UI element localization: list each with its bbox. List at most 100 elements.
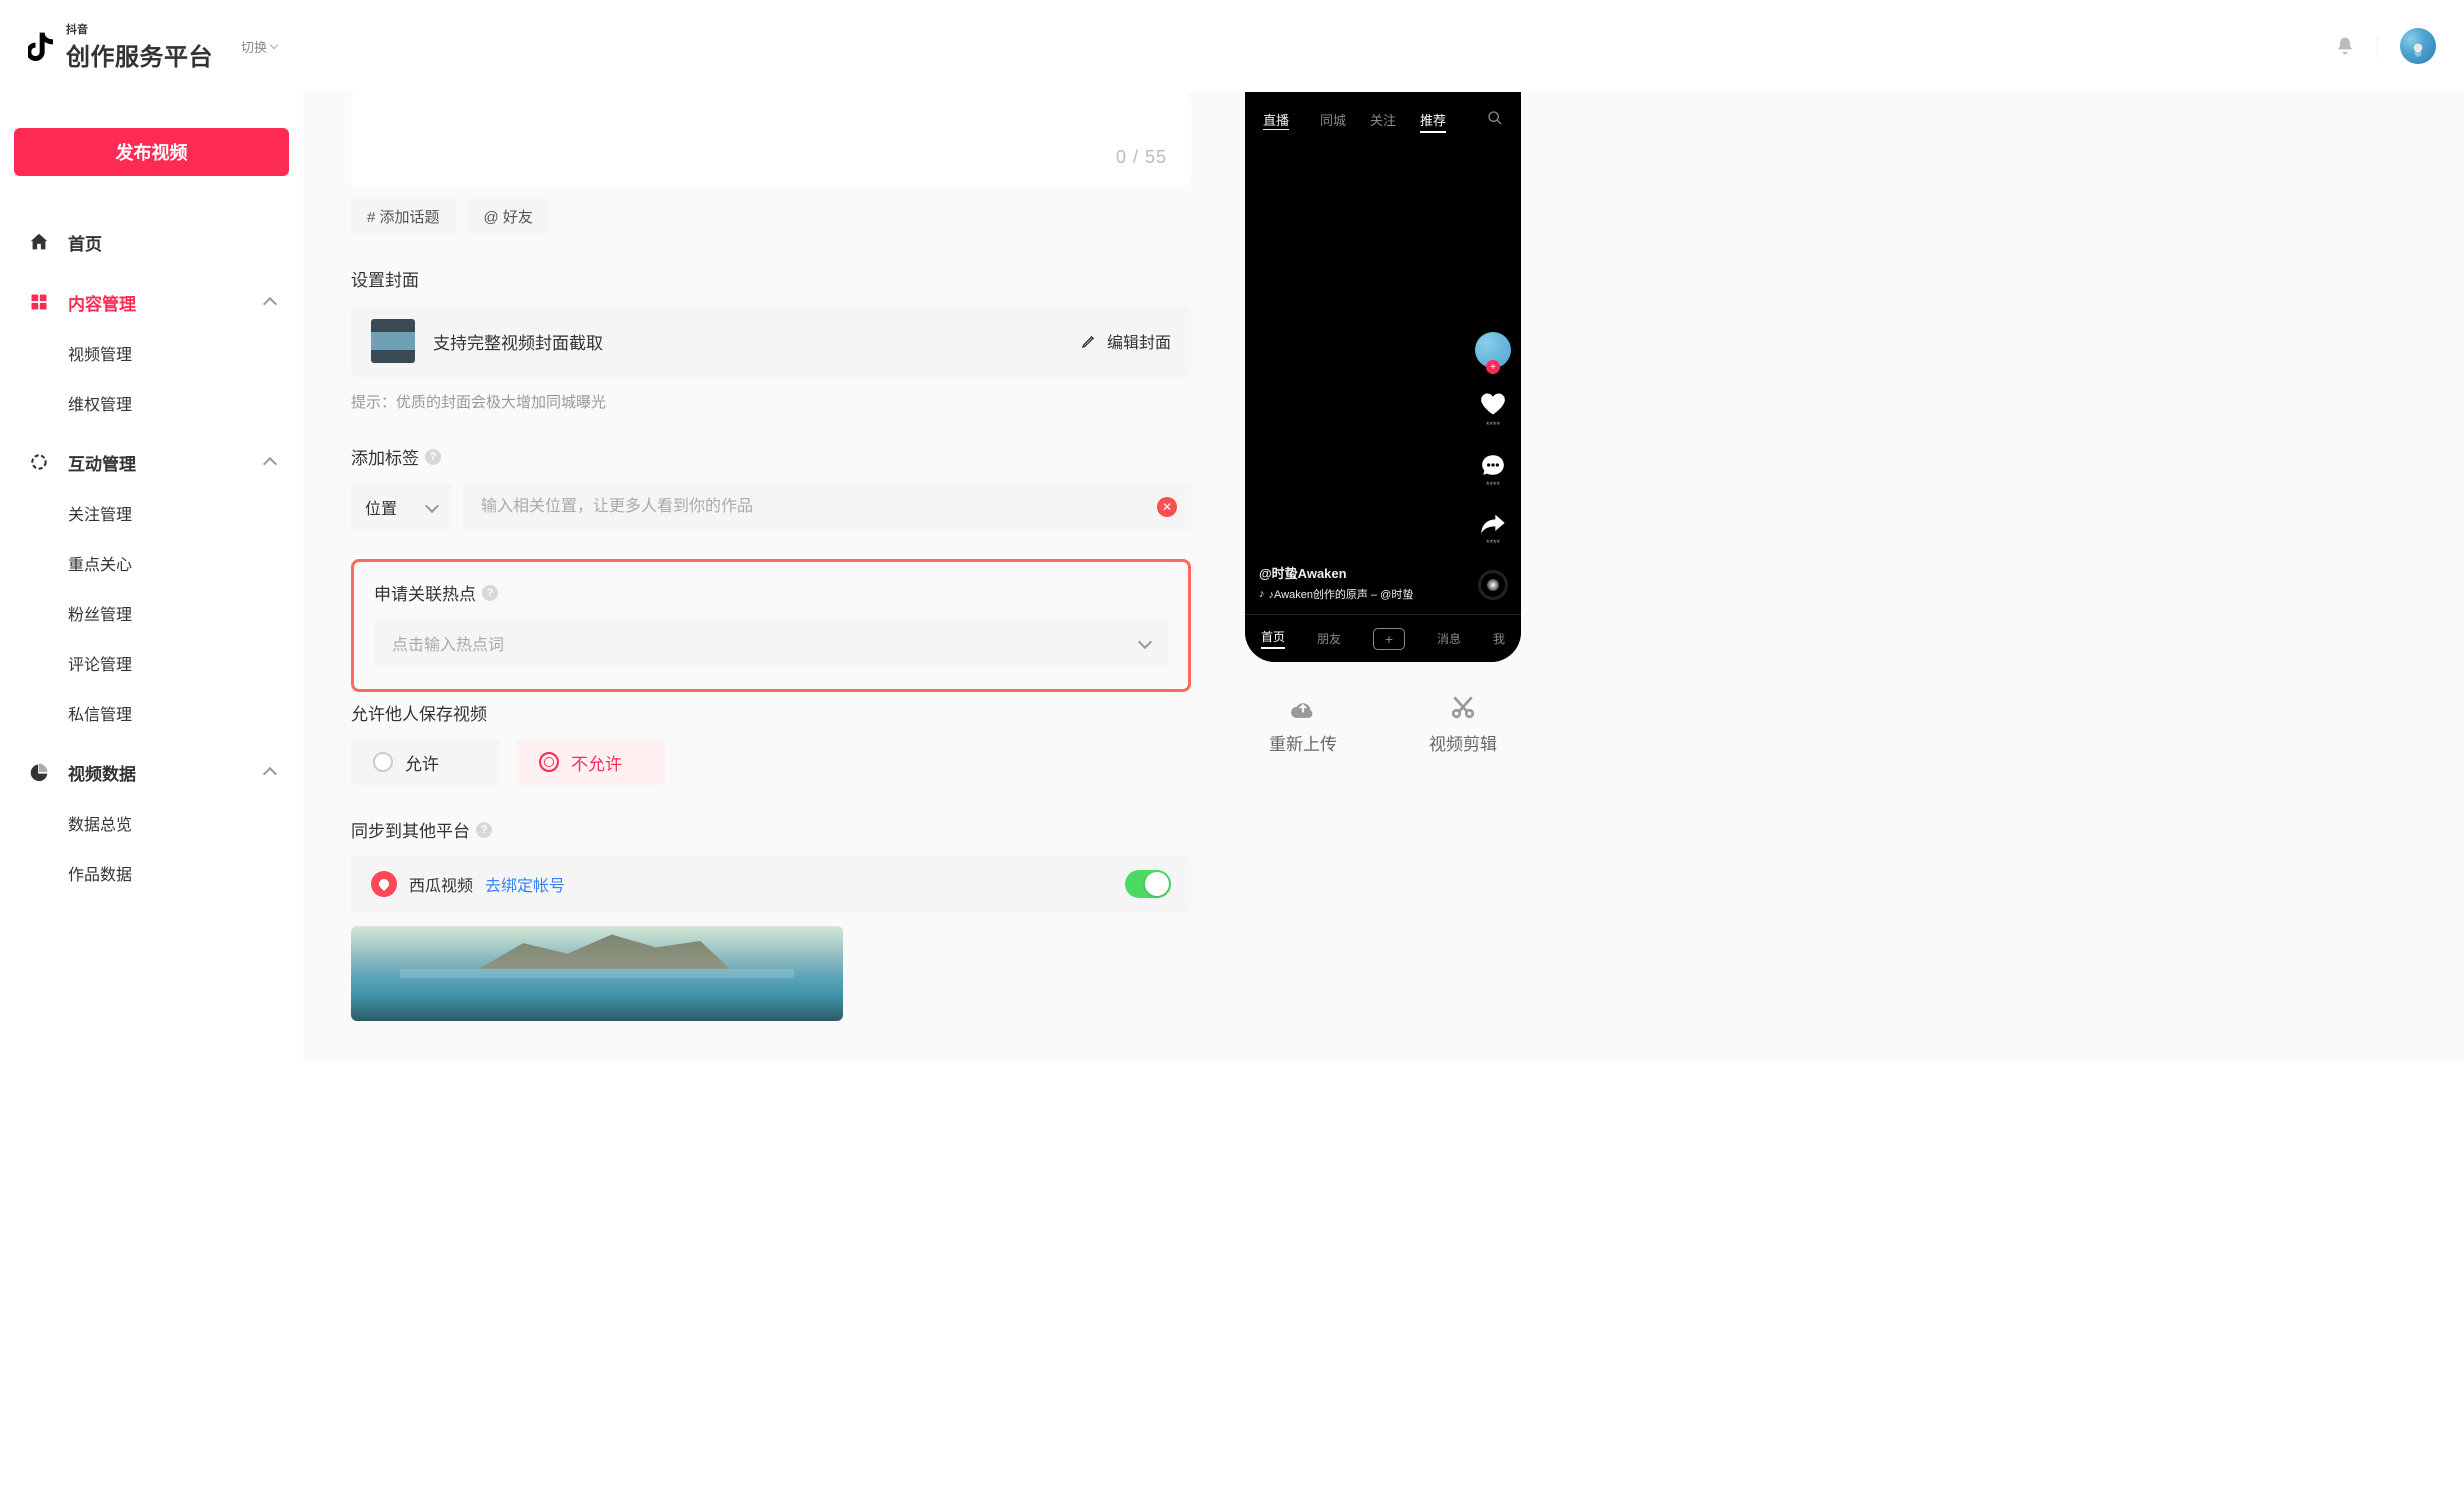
chevron-down-icon xyxy=(270,40,278,48)
sidebar-item-dm-manage[interactable]: 私信管理 xyxy=(14,688,289,738)
chevron-down-icon xyxy=(1138,634,1152,648)
sync-title: 同步到其他平台 xyxy=(351,817,470,842)
top-header: 抖音 创作服务平台 切换 xyxy=(0,0,2464,92)
logo-big-text: 创作服务平台 xyxy=(66,37,213,72)
xigua-icon xyxy=(371,871,397,897)
music-disc-icon[interactable] xyxy=(1478,570,1508,600)
radio-allow[interactable]: 允许 xyxy=(351,739,499,785)
preview-actions: 重新上传 视频剪辑 xyxy=(1223,694,1543,755)
header-right xyxy=(2335,28,2436,64)
author-avatar-icon[interactable] xyxy=(1475,332,1511,368)
cover-hint: 提示：优质的封面会极大增加同城曝光 xyxy=(351,391,1191,412)
radio-disallow[interactable]: 不允许 xyxy=(517,739,665,785)
save-allow-title: 允许他人保存视频 xyxy=(351,700,1191,725)
douyin-logo-icon xyxy=(28,28,58,64)
radio-icon xyxy=(373,752,393,772)
phone-author[interactable]: @时蛰Awaken xyxy=(1259,563,1461,582)
help-icon[interactable]: ? xyxy=(425,449,441,465)
sync-platform: 西瓜视频 xyxy=(409,872,473,896)
comment-icon[interactable]: **** xyxy=(1480,452,1506,490)
logo-small-text: 抖音 xyxy=(66,21,213,37)
cover-row: 支持完整视频封面截取 编辑封面 xyxy=(351,305,1191,377)
preview-column: 直播 同城 关注 推荐 **** **** **** @时蛰Awaken ♪♪A… xyxy=(1223,92,1543,1021)
add-topic-button[interactable]: # 添加话题 xyxy=(351,198,456,234)
sidebar-item-content[interactable]: 内容管理 xyxy=(14,276,289,328)
xigua-preview-image[interactable] xyxy=(351,926,843,1021)
reupload-button[interactable]: 重新上传 xyxy=(1269,694,1337,755)
phone-tab-local[interactable]: 同城 xyxy=(1320,110,1346,133)
home-icon xyxy=(28,231,50,253)
chevron-down-icon xyxy=(425,498,439,512)
search-icon[interactable] xyxy=(1487,110,1503,126)
video-edit-button[interactable]: 视频剪辑 xyxy=(1429,694,1497,755)
hotspot-title: 申请关联热点 xyxy=(374,580,476,605)
cover-section: 设置封面 支持完整视频封面截取 编辑封面 提示：优质的封面会极大增加同城曝光 xyxy=(351,266,1191,412)
switch-button[interactable]: 切换 xyxy=(241,37,277,56)
sidebar-item-follow-manage[interactable]: 关注管理 xyxy=(14,488,289,538)
sidebar-item-rights-manage[interactable]: 维权管理 xyxy=(14,378,289,428)
radio-icon xyxy=(539,752,559,772)
sidebar-item-data[interactable]: 视频数据 xyxy=(14,746,289,798)
phone-preview: 直播 同城 关注 推荐 **** **** **** @时蛰Awaken ♪♪A… xyxy=(1245,92,1521,662)
sync-toggle[interactable] xyxy=(1125,870,1171,898)
cover-thumbnail[interactable] xyxy=(371,319,415,363)
sidebar-item-home[interactable]: 首页 xyxy=(14,216,289,268)
sidebar-item-data-overview[interactable]: 数据总览 xyxy=(14,798,289,848)
bind-account-link[interactable]: 去绑定帐号 xyxy=(485,872,565,896)
sidebar-item-work-data[interactable]: 作品数据 xyxy=(14,848,289,898)
phone-nav-home[interactable]: 首页 xyxy=(1261,628,1285,649)
form-column: 0 / 55 # 添加话题 @ 好友 设置封面 支持完整视频封面截取 编辑封面 … xyxy=(351,92,1191,1021)
phone-tab-live[interactable]: 直播 xyxy=(1263,110,1289,129)
location-input[interactable] xyxy=(463,483,1191,531)
publish-video-button[interactable]: 发布视频 xyxy=(14,128,289,176)
description-box[interactable]: 0 / 55 xyxy=(351,92,1191,186)
phone-bottom-nav: 首页 朋友 + 消息 我 xyxy=(1245,614,1521,662)
phone-top-tabs: 直播 同城 关注 推荐 xyxy=(1245,110,1521,133)
chevron-up-icon xyxy=(263,296,277,310)
bell-icon[interactable] xyxy=(2335,35,2355,57)
sidebar: 发布视频 首页 内容管理 视频管理 维权管理 互动管理 关注管理 重点关心 xyxy=(0,92,303,1061)
save-allow-section: 允许他人保存视频 允许 不允许 xyxy=(351,700,1191,785)
user-avatar[interactable] xyxy=(2400,28,2436,64)
sidebar-item-comment-manage[interactable]: 评论管理 xyxy=(14,638,289,688)
cover-title: 设置封面 xyxy=(351,266,1191,291)
phone-nav-plus-icon[interactable]: + xyxy=(1373,628,1405,650)
phone-music[interactable]: ♪♪Awaken创作的原声 – @时蛰 xyxy=(1259,586,1461,602)
phone-nav-friends[interactable]: 朋友 xyxy=(1317,630,1341,647)
grid-icon xyxy=(28,291,50,313)
chevron-up-icon xyxy=(263,766,277,780)
edit-cover-button[interactable]: 编辑封面 xyxy=(1081,329,1171,353)
upload-icon xyxy=(1289,694,1317,720)
phone-tab-follow[interactable]: 关注 xyxy=(1370,110,1396,133)
mention-friend-button[interactable]: @ 好友 xyxy=(468,198,549,234)
scissors-icon xyxy=(1449,694,1477,720)
clear-input-icon[interactable]: ✕ xyxy=(1157,497,1177,517)
sidebar-item-video-manage[interactable]: 视频管理 xyxy=(14,328,289,378)
tags-title: 添加标签 xyxy=(351,444,419,469)
hotspot-section-highlighted: 申请关联热点 ? 点击输入热点词 xyxy=(351,559,1191,692)
sidebar-item-fans-manage[interactable]: 粉丝管理 xyxy=(14,588,289,638)
logo[interactable]: 抖音 创作服务平台 xyxy=(28,21,213,72)
sync-row: 西瓜视频 去绑定帐号 xyxy=(351,856,1191,912)
help-icon[interactable]: ? xyxy=(476,822,492,838)
phone-tab-recommend[interactable]: 推荐 xyxy=(1420,110,1446,133)
tags-section: 添加标签 ? 位置 ✕ xyxy=(351,444,1191,531)
sidebar-item-interact[interactable]: 互动管理 xyxy=(14,436,289,488)
tag-type-select[interactable]: 位置 xyxy=(351,483,451,531)
main-content: 0 / 55 # 添加话题 @ 好友 设置封面 支持完整视频封面截取 编辑封面 … xyxy=(303,92,2464,1061)
interact-icon xyxy=(28,451,50,473)
piechart-icon xyxy=(28,761,50,783)
sidebar-item-important[interactable]: 重点关心 xyxy=(14,538,289,588)
phone-nav-me[interactable]: 我 xyxy=(1493,630,1505,647)
char-count: 0 / 55 xyxy=(1116,147,1167,168)
sync-section: 同步到其他平台 ? 西瓜视频 去绑定帐号 xyxy=(351,817,1191,1021)
help-icon[interactable]: ? xyxy=(482,585,498,601)
chevron-up-icon xyxy=(263,456,277,470)
pencil-icon xyxy=(1081,333,1097,349)
like-icon[interactable]: **** xyxy=(1479,390,1507,430)
phone-nav-messages[interactable]: 消息 xyxy=(1437,630,1461,647)
phone-action-bar: **** **** **** xyxy=(1475,332,1511,600)
phone-caption: @时蛰Awaken ♪♪Awaken创作的原声 – @时蛰 xyxy=(1259,563,1461,602)
hotspot-select[interactable]: 点击输入热点词 xyxy=(374,619,1168,667)
share-icon[interactable]: **** xyxy=(1479,512,1507,548)
